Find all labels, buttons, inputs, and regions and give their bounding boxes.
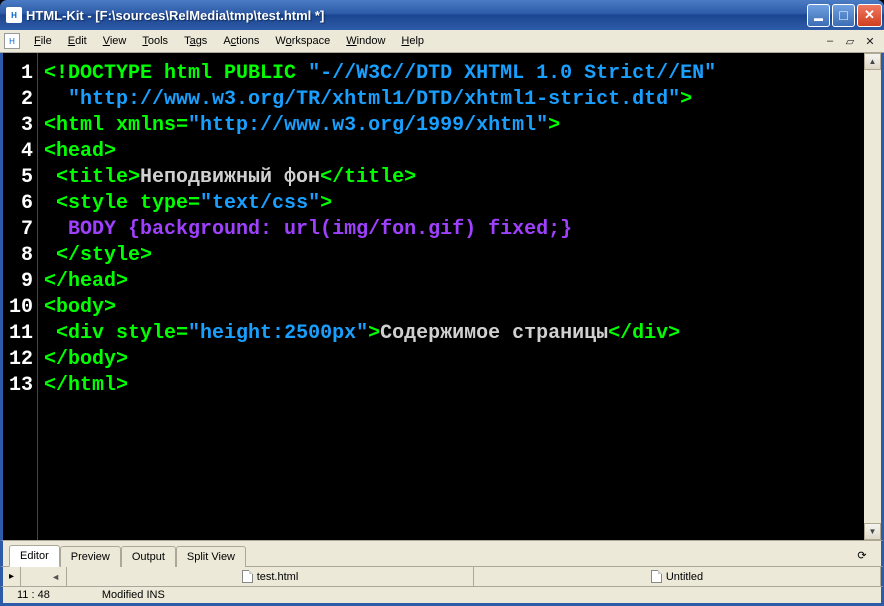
docs-list-icon[interactable]: ▸ — [3, 567, 21, 586]
menu-edit[interactable]: Edit — [60, 32, 95, 50]
app-window: H HTML-Kit - [F:\sources\RelMedia\tmp\te… — [0, 0, 884, 606]
file-icon — [242, 570, 253, 583]
document-tabs: ▸ ◄ test.html Untitled — [0, 566, 884, 586]
line-number: 10 — [9, 295, 33, 321]
view-tabs: Editor Preview Output Split View ⟳ — [0, 540, 884, 566]
vertical-scrollbar[interactable]: ▲ ▼ — [864, 53, 881, 540]
refresh-icon[interactable]: ⟳ — [855, 548, 869, 562]
mdi-minimize-button[interactable]: – — [821, 32, 839, 50]
line-number: 11 — [9, 321, 33, 347]
line-number: 3 — [9, 113, 33, 139]
window-title: HTML-Kit - [F:\sources\RelMedia\tmp\test… — [26, 8, 807, 23]
statusbar: 11 : 48 Modified INS — [0, 586, 884, 606]
menu-tags[interactable]: Tags — [176, 32, 215, 50]
line-number: 4 — [9, 139, 33, 165]
menu-window[interactable]: Window — [338, 32, 393, 50]
maximize-button[interactable] — [832, 4, 855, 27]
document-tab-1[interactable]: test.html — [67, 567, 474, 586]
mdi-restore-button[interactable]: ▱ — [841, 32, 859, 50]
line-gutter: 1 2 3 4 5 6 7 8 9 10 11 12 13 — [3, 53, 38, 540]
titlebar[interactable]: H HTML-Kit - [F:\sources\RelMedia\tmp\te… — [0, 0, 884, 30]
document-tab-label: test.html — [257, 571, 299, 583]
scroll-down-button[interactable]: ▼ — [864, 523, 881, 540]
window-controls — [807, 4, 882, 27]
scroll-up-button[interactable]: ▲ — [864, 53, 881, 70]
code-editor[interactable]: <!DOCTYPE html PUBLIC "-//W3C//DTD XHTML… — [38, 53, 864, 540]
tab-splitview[interactable]: Split View — [176, 546, 246, 567]
menu-help[interactable]: Help — [393, 32, 432, 50]
minimize-button[interactable] — [807, 4, 830, 27]
line-number: 9 — [9, 269, 33, 295]
menu-actions[interactable]: Actions — [215, 32, 267, 50]
menu-view[interactable]: View — [95, 32, 135, 50]
line-number: 1 — [9, 61, 33, 87]
line-number: 13 — [9, 373, 33, 399]
menu-file[interactable]: File — [26, 32, 60, 50]
menu-workspace[interactable]: Workspace — [267, 32, 338, 50]
docs-scroll-left[interactable]: ◄ — [21, 567, 67, 586]
line-number: 6 — [9, 191, 33, 217]
tab-preview[interactable]: Preview — [60, 546, 121, 567]
file-icon — [651, 570, 662, 583]
mdi-close-button[interactable]: ✕ — [861, 32, 879, 50]
tab-editor[interactable]: Editor — [9, 545, 60, 567]
app-icon: H — [6, 7, 22, 23]
line-number: 12 — [9, 347, 33, 373]
line-number: 8 — [9, 243, 33, 269]
menubar: H File Edit View Tools Tags Actions Work… — [0, 30, 884, 53]
document-tab-label: Untitled — [666, 571, 703, 583]
document-tab-2[interactable]: Untitled — [474, 567, 881, 586]
editor-area: 1 2 3 4 5 6 7 8 9 10 11 12 13 <!DOCTYPE … — [0, 53, 884, 540]
line-number: 5 — [9, 165, 33, 191]
tab-output[interactable]: Output — [121, 546, 176, 567]
menu-tools[interactable]: Tools — [134, 32, 176, 50]
scroll-track[interactable] — [864, 70, 881, 523]
line-number: 7 — [9, 217, 33, 243]
editor-state: Modified INS — [96, 589, 171, 601]
cursor-position: 11 : 48 — [11, 589, 56, 601]
doc-icon[interactable]: H — [4, 33, 20, 49]
line-number: 2 — [9, 87, 33, 113]
close-button[interactable] — [857, 4, 882, 27]
